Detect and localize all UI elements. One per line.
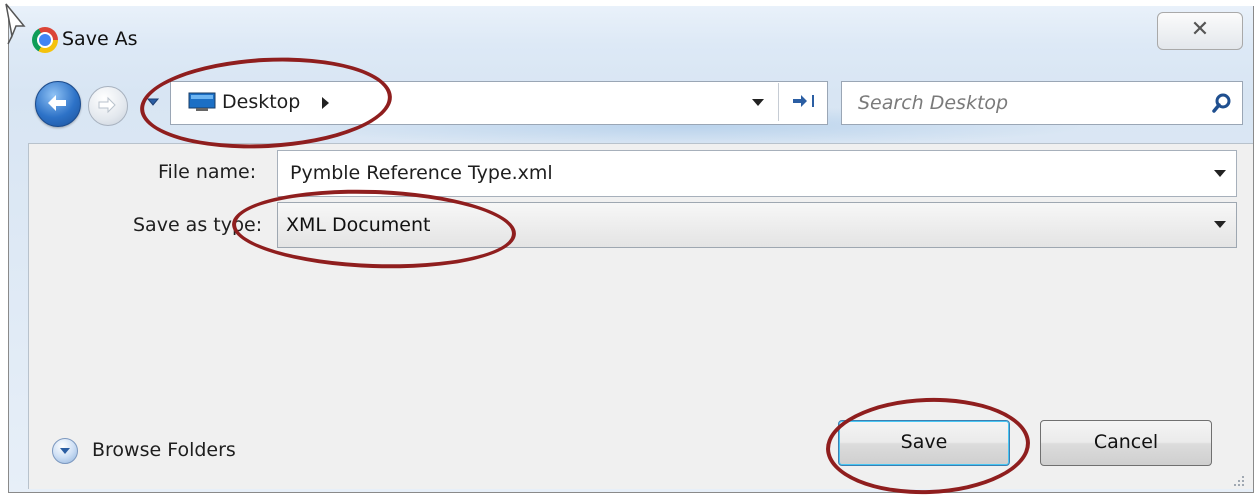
file-name-dropdown-icon[interactable] (1214, 170, 1226, 177)
forward-arrow-icon (98, 96, 116, 114)
save-as-type-dropdown-icon[interactable] (1214, 221, 1226, 228)
back-arrow-icon (48, 95, 66, 111)
close-button[interactable]: ✕ (1157, 12, 1243, 50)
refresh-icon (793, 95, 814, 107)
forward-button[interactable] (88, 86, 128, 126)
back-button[interactable] (35, 81, 81, 127)
dialog-title: Save As (62, 28, 138, 50)
browse-folders-toggle[interactable]: Browse Folders (92, 439, 236, 461)
search-input[interactable]: Search Desktop (858, 82, 1008, 124)
file-name-combobox[interactable]: Pymble Reference Type.xml (277, 150, 1237, 197)
search-box[interactable]: Search Desktop (841, 81, 1243, 125)
mouse-cursor-icon (5, 3, 26, 45)
search-icon[interactable] (1210, 91, 1234, 115)
refresh-button[interactable] (778, 83, 825, 121)
cancel-button[interactable]: Cancel (1040, 420, 1212, 466)
file-name-input[interactable]: Pymble Reference Type.xml (290, 151, 553, 196)
resize-grip-icon[interactable] (1230, 472, 1246, 488)
expand-chevron-icon[interactable] (52, 438, 78, 464)
file-name-label: File name: (158, 161, 257, 183)
address-dropdown-icon[interactable] (752, 99, 764, 106)
